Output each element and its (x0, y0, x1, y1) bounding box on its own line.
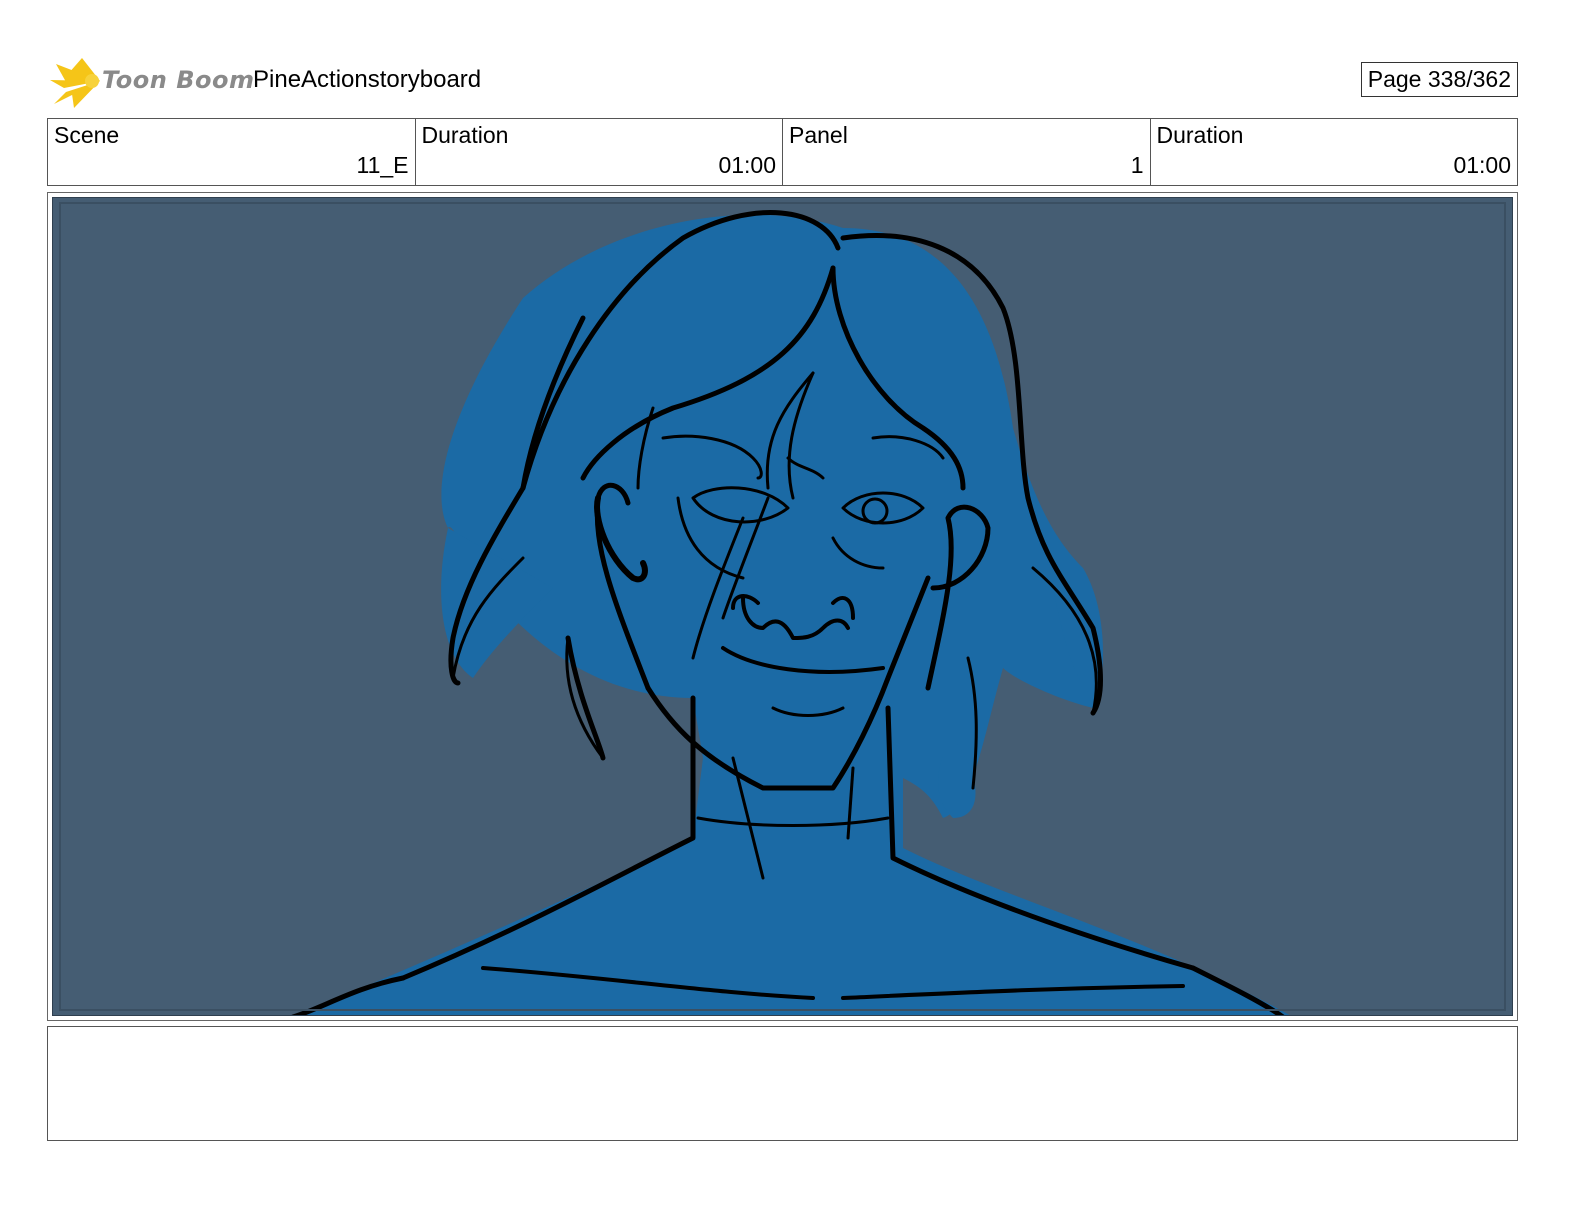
page-counter: Page 338/362 (1360, 62, 1518, 97)
panel-duration-cell: Duration 01:00 (1151, 119, 1518, 185)
scene-value: 11_E (356, 152, 409, 178)
page-header: Toon Boom PineActionstoryboard Page 338/… (48, 52, 1518, 108)
logo-text: Toon Boom (102, 66, 255, 94)
scene-info-table: Scene 11_E Duration 01:00 Panel 1 Durati… (47, 118, 1518, 186)
scene-duration-label: Duration (421, 122, 509, 148)
starburst-icon (50, 58, 100, 108)
storyboard-panel (47, 192, 1518, 1021)
scene-duration-value: 01:00 (718, 152, 776, 178)
scene-label: Scene (54, 122, 120, 148)
panel-duration-value: 01:00 (1453, 152, 1511, 178)
panel-notes[interactable] (47, 1026, 1518, 1141)
panel-drawing (52, 197, 1513, 1016)
panel-label: Panel (789, 122, 848, 148)
scene-cell: Scene 11_E (48, 119, 416, 185)
panel-value: 1 (1130, 152, 1144, 178)
toon-boom-logo: Toon Boom (48, 54, 254, 110)
scene-duration-cell: Duration 01:00 (416, 119, 783, 185)
panel-cell: Panel 1 (783, 119, 1151, 185)
panel-duration-label: Duration (1156, 122, 1244, 148)
character-sketch (291, 210, 1290, 1015)
project-title: PineActionstoryboard (253, 66, 482, 93)
